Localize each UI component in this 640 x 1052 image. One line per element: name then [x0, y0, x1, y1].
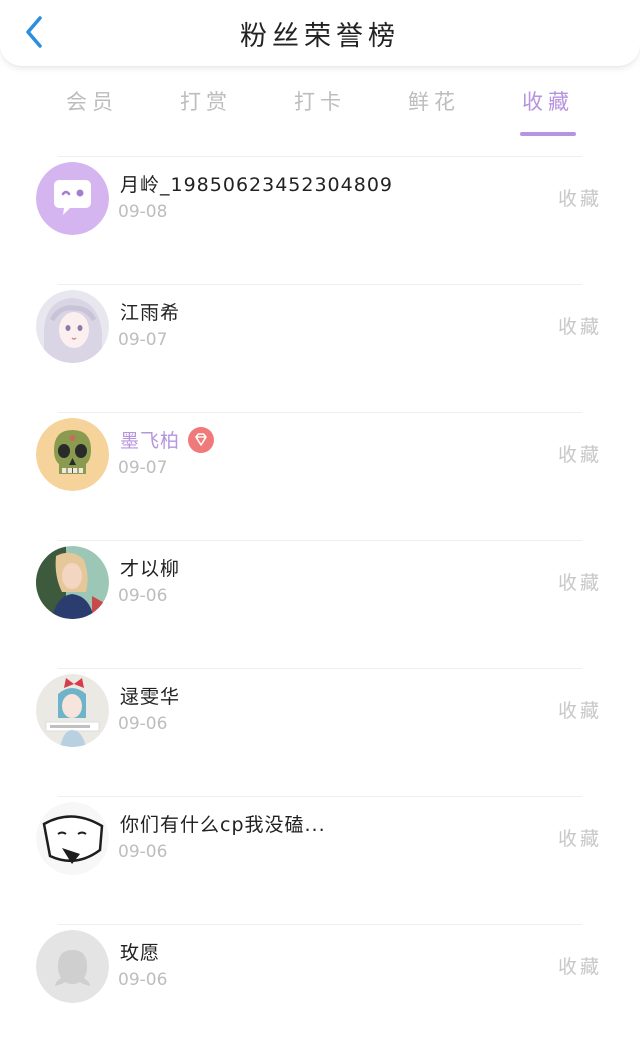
anime-bow-avatar[interactable] — [36, 674, 109, 747]
favorite-date: 09-06 — [118, 970, 168, 990]
list-item[interactable]: 你们有什么cp我没磕... 09-06 收藏 — [0, 796, 640, 924]
favorite-label: 收藏 — [557, 700, 602, 722]
favorite-label: 收藏 — [557, 444, 602, 466]
list-item[interactable]: 逯雯华 09-06 收藏 — [0, 668, 640, 796]
skull-avatar[interactable] — [36, 418, 109, 491]
favorite-date: 09-07 — [118, 330, 168, 350]
favorite-label: 收藏 — [557, 828, 602, 850]
favorite-label: 收藏 — [557, 956, 602, 978]
photo-girl-icon — [36, 546, 109, 619]
tab-favorites[interactable]: 收藏 — [498, 86, 598, 136]
favorite-label: 收藏 — [557, 572, 602, 594]
vip-badge — [188, 426, 215, 453]
anime-bow-icon — [36, 674, 109, 747]
anime-girl-avatar[interactable] — [36, 290, 109, 363]
user-name: 墨飞柏 — [120, 426, 215, 455]
page-title: 粉丝荣誉榜 — [240, 21, 400, 52]
user-name: 才以柳 — [120, 558, 181, 580]
user-name: 你们有什么cp我没磕... — [120, 814, 326, 836]
user-name-text: 墨飞柏 — [120, 430, 181, 452]
top-bar: 粉丝荣誉榜 — [0, 0, 640, 67]
list-item[interactable]: 玫愿 09-06 收藏 — [0, 924, 640, 1052]
photo-girl-avatar[interactable] — [36, 546, 109, 619]
tab-bar: 会员 打赏 打卡 鲜花 收藏 — [0, 78, 640, 138]
default-avatar[interactable] — [36, 930, 109, 1003]
user-name: 玫愿 — [120, 942, 161, 964]
default-user-icon — [36, 930, 109, 1003]
tab-checkin[interactable]: 打卡 — [270, 86, 370, 116]
skull-icon — [36, 418, 109, 491]
diamond-icon — [195, 432, 207, 446]
tab-membership[interactable]: 会员 — [42, 86, 142, 116]
user-name: 月岭_19850623452304809 — [120, 174, 394, 196]
list-item[interactable]: 月岭_19850623452304809 09-08 收藏 — [0, 156, 640, 284]
favorite-date: 09-06 — [118, 714, 168, 734]
tab-tips[interactable]: 打赏 — [156, 86, 256, 116]
fan-list: 月岭_19850623452304809 09-08 收藏 江雨希 09-07 … — [0, 156, 640, 1052]
divider — [58, 924, 582, 925]
divider — [58, 412, 582, 413]
anime-girl-icon — [36, 290, 109, 363]
favorite-date: 09-07 — [118, 458, 168, 478]
divider — [58, 156, 582, 157]
tab-flowers[interactable]: 鲜花 — [384, 86, 484, 116]
favorite-date: 09-06 — [118, 842, 168, 862]
chat-bubble-icon — [36, 162, 109, 235]
divider — [58, 668, 582, 669]
divider — [58, 540, 582, 541]
purple-chat-avatar[interactable] — [36, 162, 109, 235]
favorite-date: 09-06 — [118, 586, 168, 606]
user-name: 逯雯华 — [120, 686, 181, 708]
tab-favorites-label: 收藏 — [522, 90, 574, 114]
list-item[interactable]: 才以柳 09-06 收藏 — [0, 540, 640, 668]
user-name: 江雨希 — [120, 302, 181, 324]
list-item[interactable]: 江雨希 09-07 收藏 — [0, 284, 640, 412]
favorite-label: 收藏 — [557, 188, 602, 210]
sketch-face-icon — [36, 802, 109, 875]
divider — [58, 796, 582, 797]
active-tab-indicator — [520, 132, 576, 136]
sketch-face-avatar[interactable] — [36, 802, 109, 875]
favorite-date: 09-08 — [118, 202, 168, 222]
list-item[interactable]: 墨飞柏 09-07 收藏 — [0, 412, 640, 540]
divider — [58, 284, 582, 285]
favorite-label: 收藏 — [557, 316, 602, 338]
